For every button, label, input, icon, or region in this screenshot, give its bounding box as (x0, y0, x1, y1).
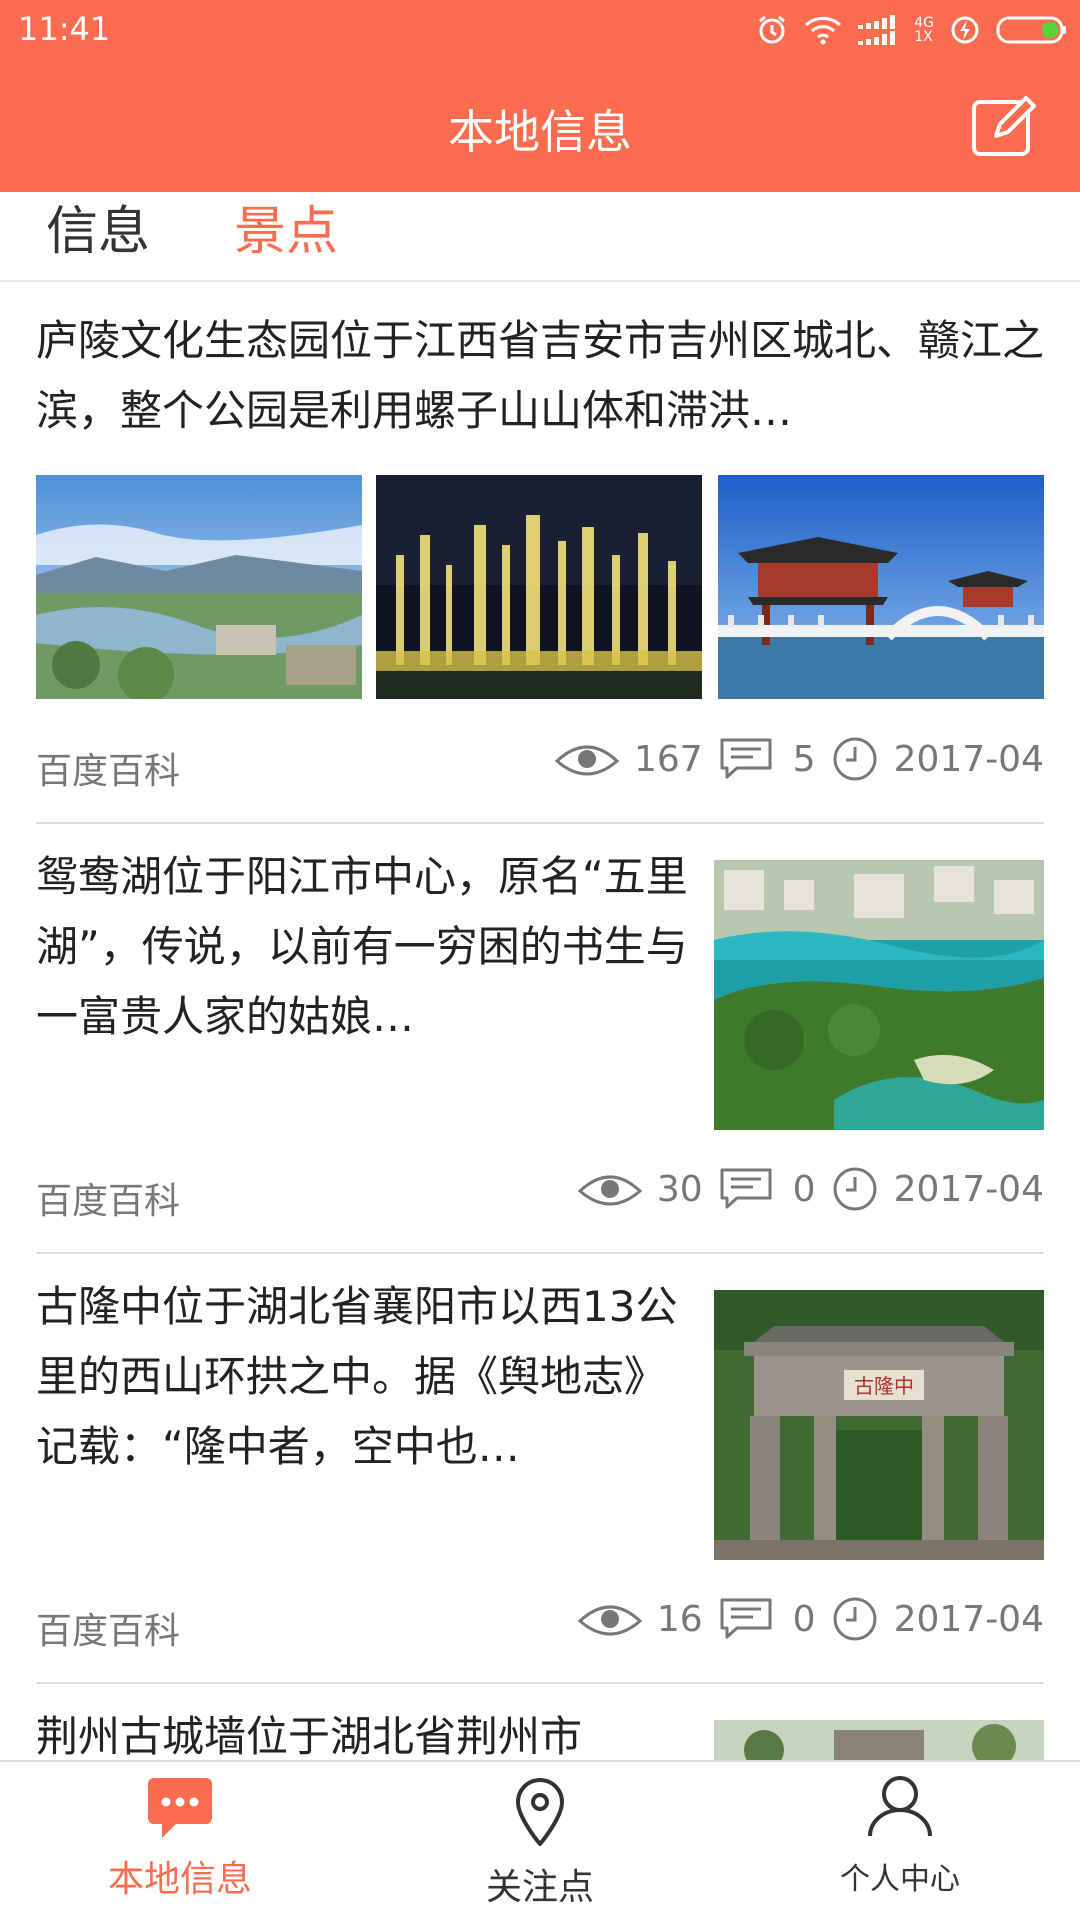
comment-icon (720, 738, 772, 779)
eye-icon (577, 1175, 643, 1206)
publish-date: 2017-04 (893, 1168, 1044, 1210)
comment-count: 0 (792, 1168, 816, 1210)
thumbnail-image (36, 475, 362, 699)
bottom-nav: 本地信息 关注点 个人中心 (0, 1760, 1080, 1920)
eye-icon (577, 1605, 643, 1636)
nav-follow-points[interactable]: 关注点 (360, 1762, 720, 1920)
nav-label: 本地信息 (107, 1859, 252, 1900)
view-count: 16 (656, 1598, 703, 1640)
comment-icon (720, 1598, 772, 1639)
charging-icon (950, 14, 980, 46)
item-title: 庐陵文化生态园位于江西省吉安市吉州区城北、赣江之滨，整个公园是利用螺子山山体和滞… (36, 316, 1044, 435)
location-pin-icon (516, 1778, 564, 1846)
nav-label: 关注点 (485, 1867, 594, 1908)
view-count: 167 (633, 738, 703, 780)
clock-icon (833, 1167, 877, 1211)
comment-count: 5 (792, 738, 816, 780)
scenic-feed[interactable]: 庐陵文化生态园位于江西省吉安市吉州区城北、赣江之滨，整个公园是利用螺子山山体和滞… (0, 284, 1080, 1760)
nav-profile[interactable]: 个人中心 (720, 1762, 1080, 1920)
network-type: 4G 1X (914, 15, 934, 45)
category-tabs: 信息 景点 (0, 192, 1080, 282)
nav-label: 个人中心 (840, 1862, 960, 1897)
item-source: 百度百科 (36, 1611, 181, 1652)
tab-scenic-spots[interactable]: 景点 (234, 200, 338, 264)
nav-local-info[interactable]: 本地信息 (0, 1762, 360, 1920)
list-item[interactable]: 荆州古城墙位于湖北省荆州市 (36, 1684, 1044, 1760)
item-source: 百度百科 (36, 751, 181, 792)
item-source: 百度百科 (36, 1181, 181, 1222)
view-count: 30 (656, 1168, 703, 1210)
list-item[interactable]: 古隆中位于湖北省襄阳市以西13公里的西山环拱之中。据《舆地志》记载：“隆中者，空… (36, 1254, 1044, 1684)
publish-date: 2017-04 (893, 738, 1044, 780)
item-title: 鸳鸯湖位于阳江市中心，原名“五里湖”，传说，以前有一穷困的书生与一富贵人家的姑娘… (36, 852, 688, 1041)
clock-icon (833, 1597, 877, 1641)
sign-text: 古隆中 (854, 1374, 914, 1398)
app-header: 11:41 4G 1X 本地信息 (0, 0, 1080, 192)
chat-bubble-icon (148, 1778, 212, 1838)
thumbnail-image: 古隆中 (714, 1290, 1044, 1560)
list-item[interactable]: 庐陵文化生态园位于江西省吉安市吉州区城北、赣江之滨，整个公园是利用螺子山山体和滞… (36, 284, 1044, 824)
item-title: 古隆中位于湖北省襄阳市以西13公里的西山环拱之中。据《舆地志》记载：“隆中者，空… (36, 1282, 678, 1471)
comment-icon (720, 1168, 772, 1209)
list-item[interactable]: 鸳鸯湖位于阳江市中心，原名“五里湖”，传说，以前有一穷困的书生与一富贵人家的姑娘… (36, 824, 1044, 1254)
clock-icon (833, 737, 877, 781)
person-icon (868, 1776, 932, 1837)
status-icons: 4G 1X (756, 12, 1068, 48)
signal-icon (858, 15, 898, 45)
status-time: 11:41 (18, 10, 111, 48)
wifi-icon (804, 15, 842, 45)
tab-info[interactable]: 信息 (46, 200, 150, 264)
thumbnail-image (714, 1720, 1044, 1760)
thumbnail-image (714, 860, 1044, 1130)
edit-icon (972, 96, 1036, 156)
item-title: 荆州古城墙位于湖北省荆州市 (36, 1712, 583, 1760)
alarm-icon (756, 14, 788, 46)
edit-button[interactable] (970, 94, 1040, 158)
publish-date: 2017-04 (893, 1598, 1044, 1640)
page-title: 本地信息 (448, 105, 632, 159)
item-meta: 16 0 2017-04 (577, 1596, 1044, 1642)
item-meta: 167 5 2017-04 (554, 736, 1044, 782)
battery-icon (996, 14, 1068, 46)
item-meta: 30 0 2017-04 (577, 1166, 1044, 1212)
eye-icon (554, 745, 620, 776)
thumbnail-image (376, 475, 702, 699)
thumbnail-image (718, 475, 1044, 699)
comment-count: 0 (792, 1598, 816, 1640)
